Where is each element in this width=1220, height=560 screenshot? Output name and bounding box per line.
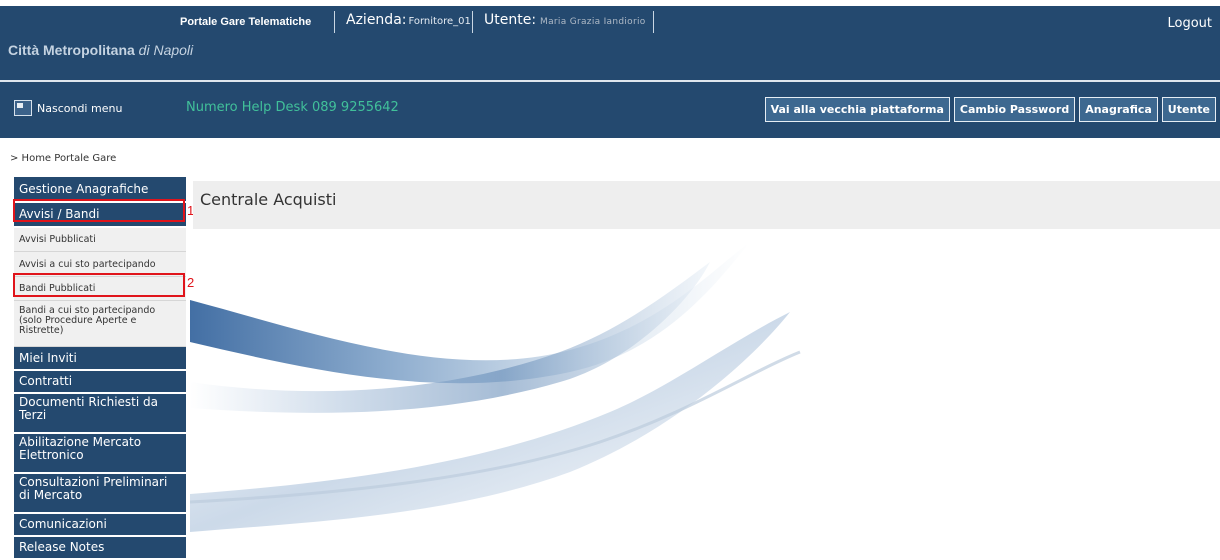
logout-link[interactable]: Logout [1167, 16, 1212, 31]
azienda-value: Fornitore_01 [408, 16, 471, 27]
sidebar-item-contratti[interactable]: Contratti [14, 371, 186, 394]
highlight-box-2 [13, 273, 185, 297]
decorative-wave-graphic [190, 242, 801, 532]
sidebar-menu: Gestione Anagrafiche Avvisi / Bandi Avvi… [14, 177, 186, 560]
old-platform-button[interactable]: Vai alla vecchia piattaforma [764, 97, 950, 122]
utente-value: Maria Grazia Iandiorio [540, 17, 646, 27]
anagrafica-button[interactable]: Anagrafica [1079, 97, 1158, 122]
azienda-info: Azienda: Fornitore_01 [346, 12, 471, 28]
azienda-label: Azienda: [346, 12, 407, 28]
sidebar-item-miei-inviti[interactable]: Miei Inviti [14, 347, 186, 371]
city-title: Città Metropolitana di Napoli [8, 42, 193, 58]
city-suffix: di Napoli [138, 42, 194, 58]
sidebar-item-release-notes[interactable]: Release Notes [14, 537, 186, 560]
utente-button[interactable]: Utente [1161, 97, 1216, 122]
toolbar-buttons: Vai alla vecchia piattaforma Cambio Pass… [764, 97, 1216, 122]
portal-name: Portale Gare Telematiche [180, 16, 312, 28]
title-bar [193, 181, 1220, 229]
header-separator [653, 11, 654, 33]
header-separator [334, 11, 335, 33]
city-name: Città Metropolitana [8, 42, 135, 58]
expand-window-icon [14, 100, 32, 116]
sidebar-item-consultazioni-preliminari[interactable]: Consultazioni Preliminari di Mercato [14, 474, 186, 514]
breadcrumb[interactable]: > Home Portale Gare [10, 153, 116, 164]
sidebar-item-documenti-richiesti[interactable]: Documenti Richiesti da Terzi [14, 394, 186, 434]
utente-label: Utente: [484, 12, 537, 28]
helpdesk-number: Numero Help Desk 089 9255642 [186, 100, 399, 115]
utente-info: Utente: Maria Grazia Iandiorio [484, 12, 646, 28]
sidebar-item-abilitazione-mercato[interactable]: Abilitazione Mercato Elettronico [14, 434, 186, 474]
page-title: Centrale Acquisti [200, 190, 337, 209]
change-password-button[interactable]: Cambio Password [953, 97, 1076, 122]
highlight-box-1 [13, 199, 185, 222]
hide-menu-button[interactable]: Nascondi menu [14, 100, 122, 116]
sidebar-subitem-avvisi-pubblicati[interactable]: Avvisi Pubblicati [14, 228, 186, 252]
hide-menu-label: Nascondi menu [37, 101, 123, 115]
header-separator [472, 11, 473, 33]
sidebar-subitem-bandi-partecipando[interactable]: Bandi a cui sto partecipando (solo Proce… [14, 301, 186, 347]
sidebar-item-comunicazioni[interactable]: Comunicazioni [14, 514, 186, 537]
